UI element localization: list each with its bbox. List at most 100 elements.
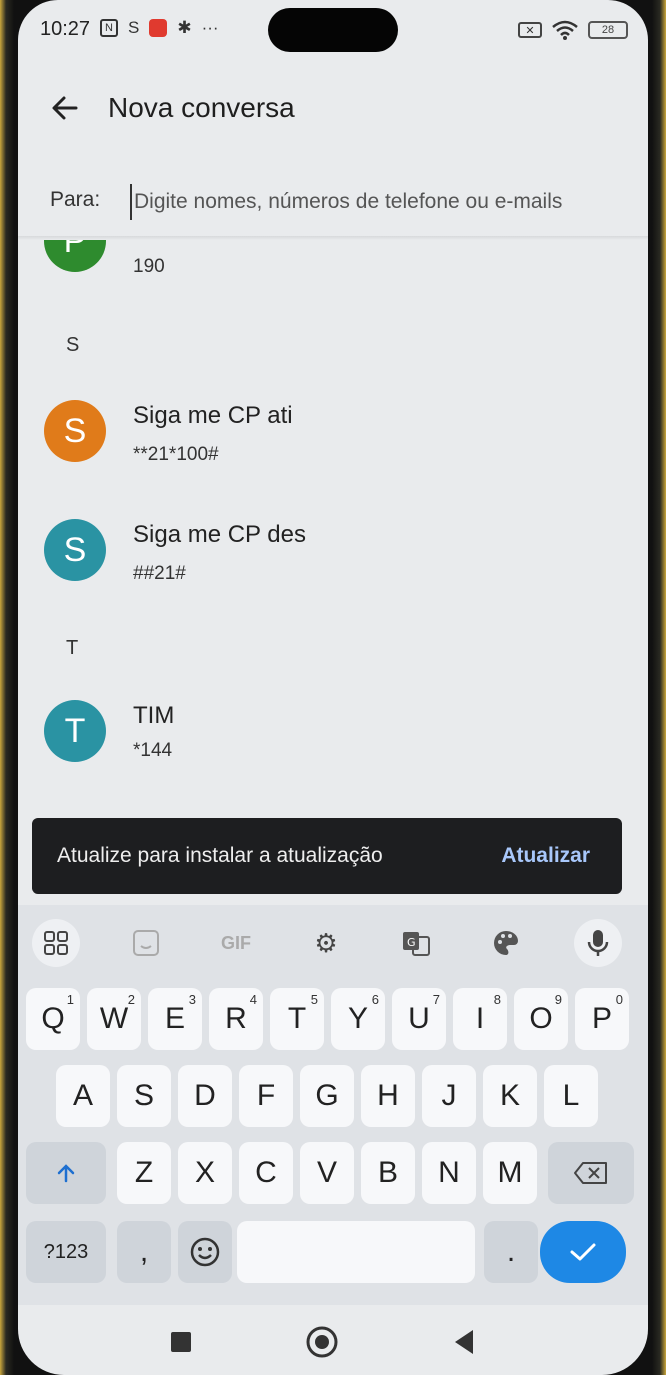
status-icons-left: N S ✱ ··· <box>100 18 219 38</box>
contact-row[interactable]: S Siga me CP des ##21# <box>18 502 648 602</box>
settings-notification-icon: ✱ <box>177 18 192 37</box>
key-row-4: ?123 , . <box>18 1221 648 1291</box>
key-p[interactable]: P0 <box>575 988 629 1050</box>
comma-key[interactable]: , <box>117 1221 171 1283</box>
key-q[interactable]: Q1 <box>26 988 80 1050</box>
update-button[interactable]: Atualizar <box>501 844 590 868</box>
key-v[interactable]: V <box>300 1142 354 1204</box>
screen: 10:27 N S ✱ ··· ✕ 28 Nova conversa Para:… <box>18 0 648 1375</box>
key-a[interactable]: A <box>56 1065 110 1127</box>
key-u[interactable]: U7 <box>392 988 446 1050</box>
key-z[interactable]: Z <box>117 1142 171 1204</box>
key-o[interactable]: O9 <box>514 988 568 1050</box>
enter-key[interactable] <box>540 1221 626 1283</box>
key-c[interactable]: C <box>239 1142 293 1204</box>
app-red-icon <box>149 19 168 37</box>
more-notifications-icon: ··· <box>201 18 219 37</box>
contact-number: 190 <box>133 256 165 277</box>
camera-notch <box>268 8 398 52</box>
shift-arrow-icon <box>57 1164 75 1183</box>
gif-icon[interactable]: GIF <box>212 919 260 967</box>
key-row-3: Z X C V B N M <box>18 1142 648 1212</box>
contact-name: Siga me CP des <box>133 521 306 548</box>
translate-icon[interactable]: G <box>392 919 440 967</box>
key-m[interactable]: M <box>483 1142 537 1204</box>
snackbar-message: Atualize para instalar a atualização <box>57 844 383 867</box>
emoji-key[interactable] <box>178 1221 232 1283</box>
key-h[interactable]: H <box>361 1065 415 1127</box>
no-sim-icon: ✕ <box>518 22 542 38</box>
key-n[interactable]: N <box>422 1142 476 1204</box>
key-row-1: Q1 W2 E3 R4 T5 Y6 U7 I8 O9 P0 <box>18 988 648 1058</box>
key-g[interactable]: G <box>300 1065 354 1127</box>
emoji-icon <box>190 1237 220 1267</box>
status-bar: 10:27 N S ✱ ··· ✕ 28 <box>18 0 648 64</box>
recipient-input[interactable] <box>130 184 630 220</box>
symbols-key[interactable]: ?123 <box>26 1221 106 1283</box>
palette-icon[interactable] <box>482 919 530 967</box>
nfc-icon: N <box>100 19 118 37</box>
key-e[interactable]: E3 <box>148 988 202 1050</box>
back-button[interactable] <box>444 1322 484 1362</box>
recents-button[interactable] <box>161 1322 201 1362</box>
back-arrow-icon[interactable] <box>46 88 86 128</box>
page-title: Nova conversa <box>108 92 295 123</box>
contact-row[interactable]: P 190 <box>18 240 648 300</box>
app-notification-icon: S <box>128 18 140 37</box>
square-icon <box>171 1332 191 1352</box>
update-snackbar: Atualize para instalar a atualização Atu… <box>32 818 622 894</box>
keyboard: GIF ⚙ G Q1 W2 E3 R4 T5 Y6 U7 I8 O9 P0 A … <box>18 905 648 1305</box>
status-time: 10:27 <box>40 18 91 40</box>
shift-key[interactable] <box>26 1142 106 1204</box>
avatar: S <box>44 400 106 462</box>
key-k[interactable]: K <box>483 1065 537 1127</box>
contact-list[interactable]: P 190 S S Siga me CP ati **21*100# S Sig… <box>18 240 648 815</box>
backspace-icon <box>574 1162 607 1184</box>
section-header-t: T <box>66 637 79 659</box>
contact-name: Siga me CP ati <box>133 402 293 429</box>
key-y[interactable]: Y6 <box>331 988 385 1050</box>
app-bar: Nova conversa <box>18 70 648 150</box>
key-t[interactable]: T5 <box>270 988 324 1050</box>
home-button[interactable] <box>302 1322 342 1362</box>
svg-text:G: G <box>407 936 416 949</box>
home-circle-icon <box>306 1326 338 1358</box>
key-j[interactable]: J <box>422 1065 476 1127</box>
keyboard-toolbar: GIF ⚙ G <box>18 913 648 973</box>
apps-grid-icon[interactable] <box>32 919 80 967</box>
key-row-2: A S D F G H J K L <box>18 1065 648 1135</box>
key-d[interactable]: D <box>178 1065 232 1127</box>
settings-icon[interactable]: ⚙ <box>302 919 350 967</box>
avatar: T <box>44 700 106 762</box>
recipient-label: Para: <box>50 188 101 211</box>
avatar: S <box>44 519 106 581</box>
microphone-icon[interactable] <box>574 919 622 967</box>
backspace-key[interactable] <box>548 1142 634 1204</box>
key-x[interactable]: X <box>178 1142 232 1204</box>
key-i[interactable]: I8 <box>453 988 507 1050</box>
key-l[interactable]: L <box>544 1065 598 1127</box>
key-r[interactable]: R4 <box>209 988 263 1050</box>
contact-number: **21*100# <box>133 444 219 465</box>
wifi-icon <box>552 20 578 40</box>
navigation-bar <box>18 1310 648 1375</box>
space-key[interactable] <box>237 1221 475 1283</box>
key-w[interactable]: W2 <box>87 988 141 1050</box>
battery-icon: 28 <box>588 21 628 39</box>
contact-number: ##21# <box>133 563 186 584</box>
section-header-s: S <box>66 334 80 356</box>
recipient-row: Para: <box>18 170 648 234</box>
contact-row[interactable]: T TIM *144 <box>18 682 648 782</box>
key-s[interactable]: S <box>117 1065 171 1127</box>
check-icon <box>570 1243 596 1261</box>
contact-number: *144 <box>133 740 173 761</box>
period-key[interactable]: . <box>484 1221 538 1283</box>
status-icons-right: ✕ 28 <box>518 20 628 40</box>
key-b[interactable]: B <box>361 1142 415 1204</box>
avatar: P <box>44 240 106 272</box>
sticker-icon[interactable] <box>122 919 170 967</box>
key-f[interactable]: F <box>239 1065 293 1127</box>
triangle-back-icon <box>455 1330 473 1354</box>
contact-row[interactable]: S Siga me CP ati **21*100# <box>18 382 648 482</box>
contact-name: TIM <box>133 702 175 729</box>
